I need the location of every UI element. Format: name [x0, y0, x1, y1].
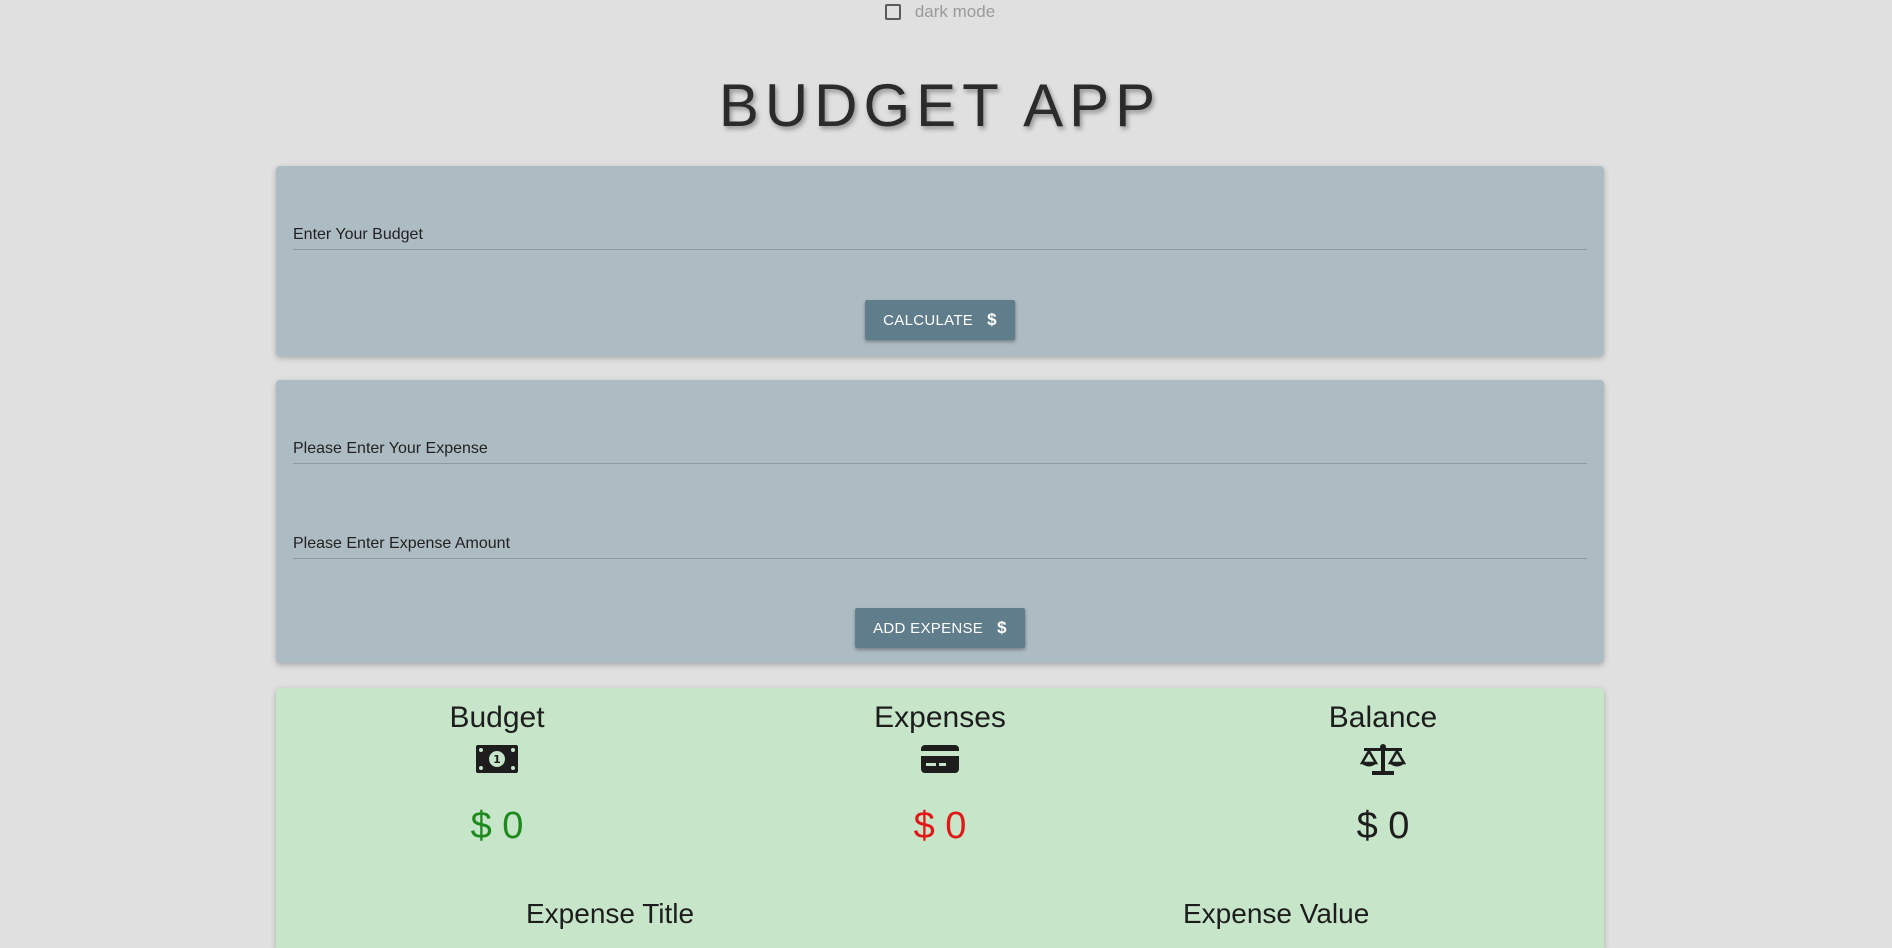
dark-mode-checkbox[interactable]	[884, 4, 901, 20]
summary-panel: Budget 1 $ 0 Expenses $ 0 Balance $ 0 Ex…	[276, 688, 1604, 948]
expense-form-card: ADD EXPENSE $	[276, 380, 1604, 663]
expense-title-header: Expense Title	[526, 898, 695, 929]
expense-amount-field	[293, 518, 1587, 559]
svg-text:1: 1	[493, 753, 501, 766]
expense-title-field	[293, 423, 1587, 464]
balance-amount: $ 0	[1356, 805, 1410, 847]
add-expense-button[interactable]: ADD EXPENSE $	[855, 608, 1025, 648]
calculate-button[interactable]: CALCULATE $	[865, 300, 1015, 340]
budget-summary: Budget 1 $ 0	[347, 700, 647, 848]
expenses-summary-label: Expenses	[874, 701, 1006, 734]
calculate-button-label: CALCULATE	[883, 311, 974, 329]
balance-summary-label: Balance	[1328, 701, 1438, 734]
budget-summary-label: Budget	[449, 701, 545, 734]
dark-mode-toggle[interactable]: dark mode	[0, 2, 1880, 22]
dollar-icon: $	[987, 310, 997, 329]
expenses-summary: Expenses $ 0	[790, 700, 1090, 848]
expenses-amount: $ 0	[913, 805, 967, 847]
expense-amount-input[interactable]	[293, 518, 1587, 556]
money-bill-icon: 1	[473, 742, 521, 776]
budget-input[interactable]	[293, 209, 1587, 247]
expense-title-input[interactable]	[293, 423, 1587, 461]
balance-scale-icon	[1359, 742, 1407, 776]
expense-value-header: Expense Value	[1183, 898, 1370, 929]
budget-field	[293, 209, 1587, 250]
credit-card-icon	[916, 742, 964, 776]
dollar-icon: $	[997, 618, 1007, 637]
budget-amount: $ 0	[470, 805, 524, 847]
dark-mode-label: dark mode	[914, 2, 996, 21]
page-title: BUDGET APP	[718, 72, 1162, 139]
add-expense-button-label: ADD EXPENSE	[873, 619, 984, 637]
budget-form-card: CALCULATE $	[276, 166, 1604, 356]
balance-summary: Balance $ 0	[1233, 700, 1533, 848]
